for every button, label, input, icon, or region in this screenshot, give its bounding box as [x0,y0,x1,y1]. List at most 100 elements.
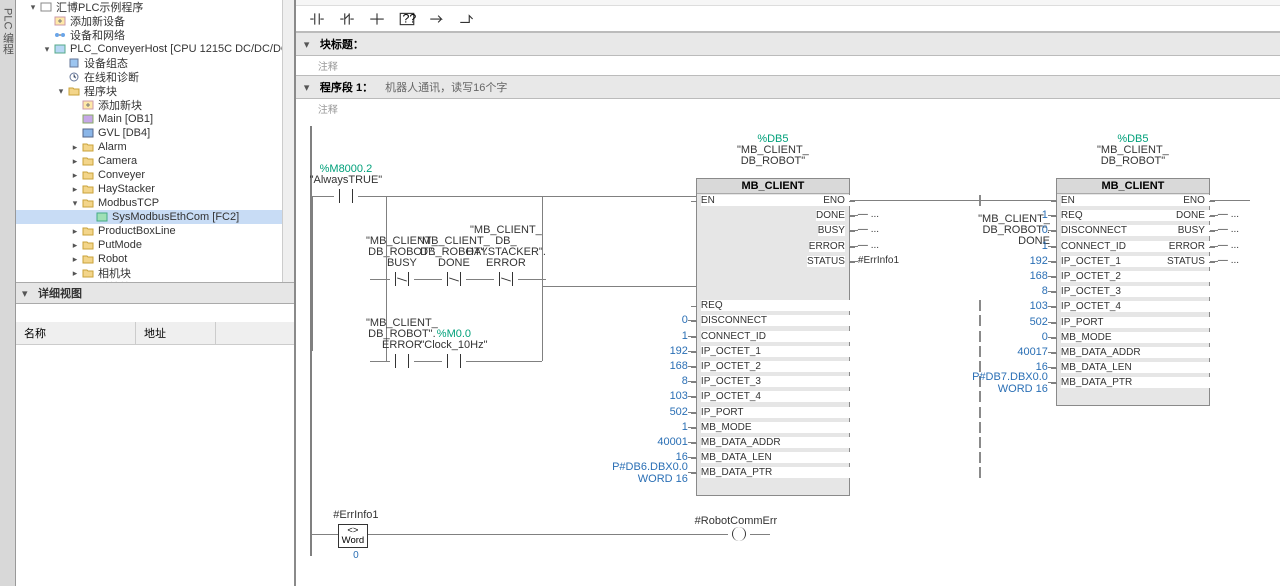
grp-icon [81,197,95,209]
tree-item[interactable]: ▸HayStacker [16,182,294,196]
expand-icon[interactable]: ▸ [70,268,80,279]
vertical-tab[interactable]: PLC 编程 [0,0,16,586]
contact[interactable] [442,272,466,286]
return-button[interactable] [458,11,476,27]
step-over-button[interactable] [338,11,356,27]
expand-icon[interactable]: ▾ [56,86,66,97]
tree-item[interactable]: ▸ProductBoxLine [16,224,294,238]
tree-item[interactable]: ▸系统块 [16,280,294,282]
contact[interactable] [334,189,358,203]
grp-icon [81,155,95,167]
detail-columns: 名称 地址 [16,322,294,345]
tree-item[interactable]: ▸PutMode [16,238,294,252]
editor-toolbar: ?? [296,6,1280,32]
expand-icon[interactable]: ▸ [70,142,80,153]
fb-pin-value: 8 [578,375,688,387]
expand-icon[interactable]: ▾ [42,44,52,55]
detail-view-body: 名称 地址 [16,304,294,586]
tree-item[interactable]: ▸相机块 [16,266,294,280]
expand-icon[interactable]: ▾ [28,2,38,13]
fb-pin-out-value: — ... [1218,240,1280,251]
tree-item[interactable]: SysModbusEthCom [FC2] [16,210,294,224]
tree-item[interactable]: ▸Camera [16,154,294,168]
tree-item-label: Alarm [98,141,127,153]
tree-item[interactable]: GVL [DB4] [16,126,294,140]
tree-item[interactable]: ▸Conveyer [16,168,294,182]
tree-item[interactable]: ▾ModbusTCP [16,196,294,210]
block-comment[interactable]: 注释 [296,56,1280,75]
segment-head[interactable]: ▾ 程序段 1： 机器人通讯，读写16个字 [296,75,1280,99]
contact[interactable] [390,354,414,368]
fb-pin-value: 103 [578,390,688,402]
expand-icon[interactable]: ▸ [70,156,80,167]
tree-item[interactable]: 添加新设备 [16,14,294,28]
fb-pin-value: 0 [578,314,688,326]
add-icon [81,99,95,111]
detail-view-header[interactable]: ▾ 详细视图 [16,282,294,304]
function-block[interactable]: MB_CLIENTENREQDISCONNECTCONNECT_IDIP_OCT… [696,178,850,496]
project-tree[interactable]: ▾汇博PLC示例程序添加新设备设备和网络▾PLC_ConveyerHost [C… [16,0,294,282]
cmp-val: 0 [316,550,396,561]
ladder-canvas[interactable]: %M8000.2"AlwaysTRUE""MB_CLIENT_DB_ROBOT"… [296,118,1280,586]
expand-icon[interactable]: ▸ [70,254,80,265]
fb-pin-value: 192 [938,255,1048,267]
fb-pin-value: 168 [578,360,688,372]
goto-button[interactable] [428,11,446,27]
fb-pin-in: MB_DATA_ADDR [1061,347,1280,358]
tree-item[interactable]: ▾PLC_ConveyerHost [CPU 1215C DC/DC/DC] [16,42,294,56]
segment-comment[interactable]: 注释 [296,99,1280,118]
tree-item[interactable]: ▸ Alarm [16,140,294,154]
diag-icon [67,71,81,83]
expand-icon[interactable]: ▾ [70,198,80,209]
left-panel: ▾汇博PLC示例程序添加新设备设备和网络▾PLC_ConveyerHost [C… [16,0,296,586]
contact[interactable] [442,354,466,368]
fb-pin-value: 502 [938,316,1048,328]
step-out-button[interactable] [368,11,386,27]
fb-pin-in: MB_DATA_PTR [701,467,981,478]
fb-pin-out: ERROR [1169,241,1205,252]
collapse-icon[interactable]: ▾ [22,287,32,300]
expand-icon[interactable]: ▸ [70,184,80,195]
fc-icon [95,211,109,223]
expand-icon[interactable]: ▸ [70,170,80,181]
collapse-icon[interactable]: ▾ [304,38,314,51]
fb-pin-value: 1 [578,330,688,342]
fb-pin-in: IP_OCTET_2 [1061,271,1280,282]
grp-icon [81,267,95,279]
collapse-icon[interactable]: ▾ [304,81,314,94]
expand-icon[interactable]: ▸ [70,240,80,251]
compare-block[interactable]: <>Word [338,524,368,548]
fb-pin-out-value: — ... [858,224,938,235]
step-in-button[interactable] [308,11,326,27]
tree-scrollbar[interactable] [282,0,294,282]
svg-text:??: ?? [402,11,416,25]
detail-col-addr[interactable]: 地址 [136,322,216,344]
help-button[interactable]: ?? [398,11,416,27]
contact[interactable] [390,272,414,286]
fb-pin-value: 40001 [578,436,688,448]
net-icon [53,29,67,41]
tree-item[interactable]: ▸Robot [16,252,294,266]
detail-view-title: 详细视图 [38,285,82,301]
segment-desc[interactable]: 机器人通讯，读写16个字 [385,79,507,95]
contact[interactable] [494,272,518,286]
fb-pin-in: IP_OCTET_4 [1061,301,1280,312]
fb-pin-in: MB_DATA_LEN [701,452,981,463]
fb-pin-in: MB_MODE [701,422,981,433]
segment-label: 程序段 1： [320,79,373,95]
detail-col-name[interactable]: 名称 [16,322,136,344]
tree-item[interactable]: 设备和网络 [16,28,294,42]
expand-icon[interactable]: ▸ [70,226,80,237]
block-title-head[interactable]: ▾ 块标题： [296,32,1280,56]
expand-icon[interactable]: ▸ [70,282,80,283]
grp-icon [81,281,95,282]
fb-pin-value: 103 [938,300,1048,312]
tree-item[interactable]: ▾程序块 [16,84,294,98]
tree-item[interactable]: 设备组态 [16,56,294,70]
function-block[interactable]: MB_CLIENTENREQDISCONNECTCONNECT_IDIP_OCT… [1056,178,1210,406]
tree-item[interactable]: ▾汇博PLC示例程序 [16,0,294,14]
tree-item[interactable]: Main [OB1] [16,112,294,126]
tree-item[interactable]: 在线和诊断 [16,70,294,84]
coil[interactable] [728,527,750,541]
tree-item[interactable]: 添加新块 [16,98,294,112]
